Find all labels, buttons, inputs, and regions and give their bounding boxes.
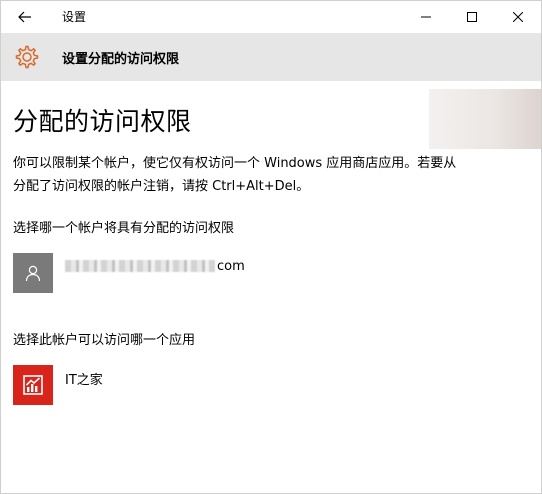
- minimize-button[interactable]: [403, 1, 449, 33]
- ithome-app-icon: [13, 365, 53, 405]
- back-button[interactable]: [7, 3, 43, 31]
- gear-icon: [14, 44, 40, 70]
- close-button[interactable]: [495, 1, 541, 33]
- minimize-icon: [421, 16, 431, 18]
- app-name: IT之家: [65, 373, 103, 388]
- page-title: 分配的访问权限: [13, 107, 192, 136]
- app-section-label: 选择此帐户可以访问哪一个应用: [13, 333, 196, 348]
- account-name: com: [65, 256, 245, 276]
- back-arrow-icon: [18, 11, 31, 23]
- maximize-button[interactable]: [449, 1, 495, 33]
- redacted-email: [65, 260, 215, 272]
- app-picker[interactable]: IT之家: [13, 365, 313, 405]
- header-title: 设置分配的访问权限: [62, 52, 180, 67]
- maximize-icon: [467, 12, 477, 22]
- settings-window: 设置 设置分配的访问权限 分配的访问权限 你可以限制某个帐户，使它仅有权访问一个…: [0, 0, 542, 494]
- description-text: 你可以限制某个帐户，使它仅有权访问一个 Windows 应用商店应用。若要从分配…: [13, 156, 457, 194]
- account-picker[interactable]: com: [13, 253, 313, 293]
- decorative-graphic: [429, 89, 541, 149]
- account-section-label: 选择哪一个帐户将具有分配的访问权限: [13, 221, 235, 236]
- account-name-suffix: com: [217, 258, 245, 274]
- window-title: 设置: [62, 10, 87, 24]
- page-header: 设置分配的访问权限: [1, 33, 541, 81]
- close-icon: [513, 12, 523, 22]
- user-avatar-icon: [13, 253, 53, 293]
- title-bar: 设置: [1, 1, 541, 33]
